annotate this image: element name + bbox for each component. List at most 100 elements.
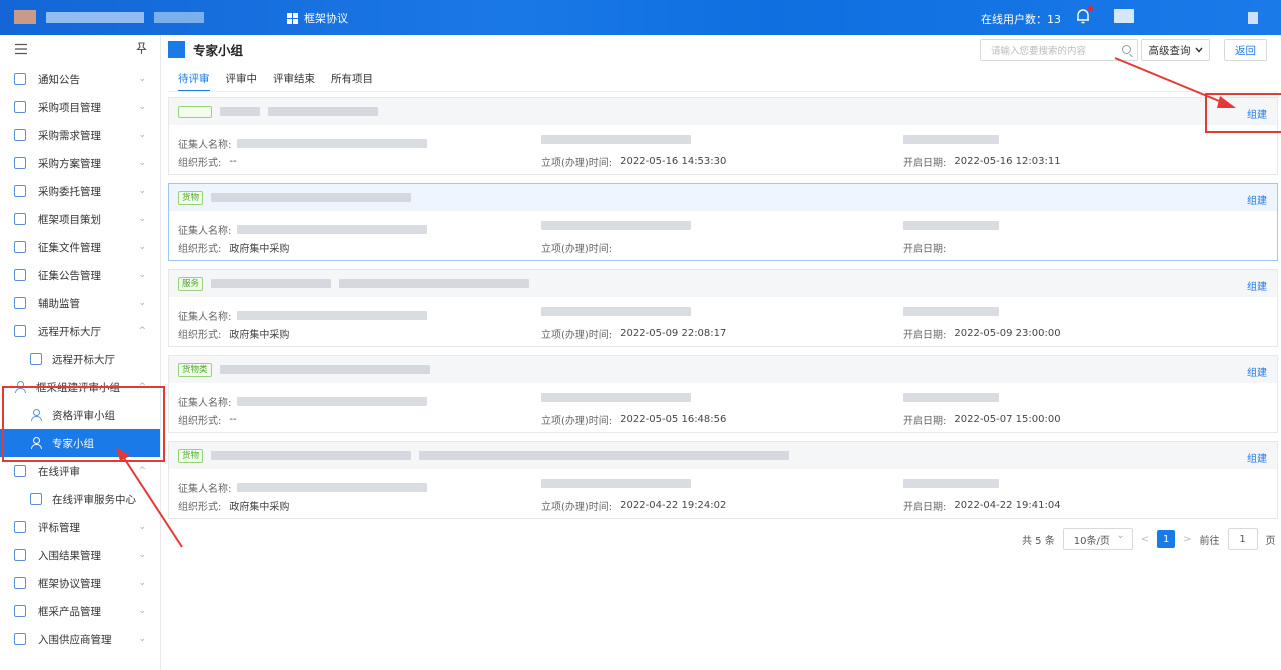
chevron-up-icon: ^: [138, 466, 146, 476]
tab-pending-review[interactable]: 待评审: [178, 71, 210, 92]
pin-icon[interactable]: [135, 42, 148, 58]
sidebar-item-label: 远程开标大厅: [38, 325, 101, 338]
page-header: 专家小组: [168, 40, 243, 59]
build-group-button[interactable]: 组建: [1247, 278, 1267, 293]
sidebar-item[interactable]: 在线评审服务中心: [0, 485, 160, 513]
top-nav-label: 框架协议: [304, 12, 348, 25]
open-date-value: 2022-05-09 23:00:00: [954, 328, 1061, 339]
sidebar-item[interactable]: 征集公告管理 ⌄: [0, 261, 160, 289]
advanced-search-button[interactable]: 高级查询: [1141, 39, 1210, 61]
bell-icon[interactable]: [1073, 6, 1093, 26]
document-icon: [14, 325, 26, 337]
open-date-value: 2022-04-22 19:41:04: [954, 500, 1061, 511]
collector-label: 征集人名称:: [178, 484, 232, 495]
tab-review-finished[interactable]: 评审结束: [273, 71, 315, 92]
project-code-redacted: [419, 451, 790, 460]
sidebar-menu: 通知公告 ⌄ 采购项目管理 ⌄ 采购需求管理 ⌄ 采购方案管理 ⌄ 采购委托管理 ⌄ 框架项目策划 ⌄…: [0, 65, 160, 653]
sidebar-item[interactable]: 辅助监管 ⌄: [0, 289, 160, 317]
field-value-redacted: [903, 307, 999, 316]
category-tag: 货物: [178, 190, 204, 205]
sidebar-item-label: 入围结果管理: [38, 549, 101, 562]
logo[interactable]: [14, 10, 204, 24]
advanced-search-label: 高级查询: [1148, 44, 1191, 57]
open-date-label: 开启日期:: [903, 416, 947, 427]
field-value-redacted: [903, 393, 999, 402]
org-form-label: 组织形式:: [178, 330, 222, 341]
project-card[interactable]: 货物 组建 征集人名称: 组织形式: 政府集中采购 立项(办理)时间: 2022-04-22…: [168, 441, 1278, 519]
tab-all-projects[interactable]: 所有项目: [331, 71, 373, 92]
setup-time-row: 立项(办理)时间: 2022-05-16 14:53:30: [541, 154, 726, 169]
chevron-down-icon: ⌄: [138, 606, 146, 616]
setup-time-value: 2022-05-16 14:53:30: [620, 156, 727, 167]
monitor-icon: [14, 465, 26, 477]
project-card[interactable]: 组建 征集人名称: 组织形式: -- 立项(办理)时间: 2022-05-16 14:53…: [168, 97, 1278, 175]
sidebar-item[interactable]: 采购方案管理 ⌄: [0, 149, 160, 177]
document-icon: [14, 157, 26, 169]
sidebar-item[interactable]: 征集文件管理 ⌄: [0, 233, 160, 261]
chevron-down-icon: ⌄: [138, 578, 146, 588]
sidebar-item[interactable]: 入围结果管理 ⌄: [0, 541, 160, 569]
goto-page-input[interactable]: 1: [1227, 528, 1258, 550]
field-value-redacted: [541, 479, 691, 488]
sidebar-item-label: 评标管理: [38, 521, 80, 534]
collector-value-redacted: [237, 139, 428, 148]
search-icon[interactable]: [1122, 45, 1131, 54]
collector-row: 征集人名称:: [178, 308, 428, 323]
page-size-select[interactable]: 10条/页: [1062, 528, 1133, 550]
sidebar-item[interactable]: 框架协议管理 ⌄: [0, 569, 160, 597]
project-card[interactable]: 货物 组建 征集人名称: 组织形式: 政府集中采购 立项(办理)时间: 开启日期:: [168, 183, 1278, 261]
collector-label: 征集人名称:: [178, 140, 232, 151]
collector-label: 征集人名称:: [178, 312, 232, 323]
sidebar-item[interactable]: 通知公告 ⌄: [0, 65, 160, 93]
collapse-menu-icon[interactable]: [14, 43, 28, 58]
avatar[interactable]: [1114, 9, 1134, 23]
setup-time-label: 立项(办理)时间:: [541, 158, 613, 169]
prev-page-button[interactable]: <: [1141, 534, 1149, 545]
sidebar-item[interactable]: 远程开标大厅 ^: [0, 317, 160, 345]
sidebar-item-label: 采购需求管理: [38, 129, 101, 142]
sidebar-item[interactable]: 评标管理 ⌄: [0, 513, 160, 541]
tabs-divider: [168, 91, 1278, 92]
field-value-redacted: [903, 135, 999, 144]
project-card[interactable]: 服务 组建 征集人名称: 组织形式: 政府集中采购 立项(办理)时间: 2022-05-09…: [168, 269, 1278, 347]
org-form-row: 组织形式: 政府集中采购: [178, 498, 289, 513]
org-form-label: 组织形式:: [178, 158, 222, 169]
sidebar-item[interactable]: 远程开标大厅: [0, 345, 160, 373]
document-icon: [14, 633, 26, 645]
page-title: 专家小组: [193, 43, 244, 58]
collector-label: 征集人名称:: [178, 398, 232, 409]
folder-icon: [14, 101, 26, 113]
sidebar-item[interactable]: 采购需求管理 ⌄: [0, 121, 160, 149]
open-date-label: 开启日期:: [903, 158, 947, 169]
open-date-label: 开启日期:: [903, 330, 947, 341]
project-card[interactable]: 货物类 组建 征集人名称: 组织形式: -- 立项(办理)时间: 2022-05-05 16…: [168, 355, 1278, 433]
next-page-button[interactable]: >: [1183, 534, 1191, 545]
folder-icon: [14, 73, 26, 85]
page-number-current[interactable]: 1: [1157, 530, 1176, 548]
sidebar: 通知公告 ⌄ 采购项目管理 ⌄ 采购需求管理 ⌄ 采购方案管理 ⌄ 采购委托管理 ⌄ 框架项目策划 ⌄…: [0, 35, 161, 670]
field-value-redacted: [541, 135, 691, 144]
org-form-label: 组织形式:: [178, 416, 222, 427]
sidebar-item[interactable]: 采购委托管理 ⌄: [0, 177, 160, 205]
build-group-button[interactable]: 组建: [1247, 192, 1267, 207]
sidebar-item[interactable]: 框采产品管理 ⌄: [0, 597, 160, 625]
chevron-down-icon: ⌄: [138, 74, 146, 84]
project-name-redacted: [211, 451, 412, 460]
tab-in-review[interactable]: 评审中: [226, 71, 258, 92]
build-group-button[interactable]: 组建: [1247, 364, 1267, 379]
online-users-count: 在线用户数：13: [981, 13, 1061, 26]
user-menu[interactable]: [1248, 12, 1258, 24]
document-icon: [14, 185, 26, 197]
sidebar-item[interactable]: 框架项目策划 ⌄: [0, 205, 160, 233]
sidebar-item[interactable]: 入围供应商管理 ⌄: [0, 625, 160, 653]
category-tag: 货物: [178, 448, 204, 463]
top-nav-framework-agreement[interactable]: 框架协议: [287, 10, 348, 26]
sidebar-item[interactable]: 采购项目管理 ⌄: [0, 93, 160, 121]
search-input[interactable]: 请输入您要搜索的内容: [980, 39, 1138, 61]
build-group-button[interactable]: 组建: [1247, 450, 1267, 465]
back-button[interactable]: 返回: [1224, 39, 1267, 61]
project-card-header: 组建: [169, 98, 1277, 125]
org-form-row: 组织形式: 政府集中采购: [178, 240, 289, 255]
project-card-header: 服务 组建: [169, 270, 1277, 297]
page-unit-label: 页: [1265, 535, 1276, 547]
